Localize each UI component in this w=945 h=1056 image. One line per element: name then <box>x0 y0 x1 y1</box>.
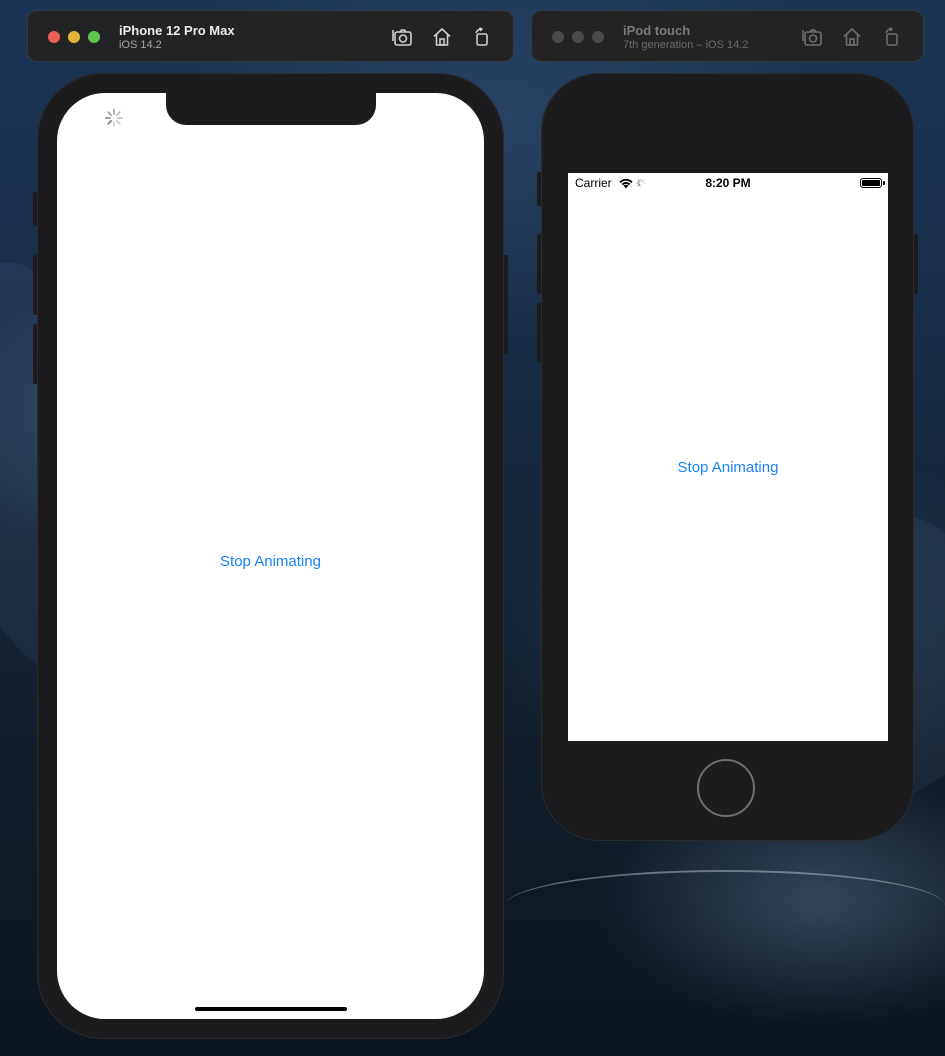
iphone-screen[interactable]: Stop Animating <box>57 93 484 1019</box>
traffic-lights <box>48 31 100 43</box>
home-icon[interactable] <box>840 25 864 49</box>
traffic-lights <box>552 31 604 43</box>
screenshot-icon[interactable] <box>800 25 824 49</box>
home-button[interactable] <box>697 759 755 817</box>
device-name: iPhone 12 Pro Max <box>119 23 235 38</box>
status-bar: Carrier 8:20 PM <box>568 173 888 193</box>
notch <box>166 93 376 125</box>
simulator-titlebar-ipod[interactable]: iPod touch 7th generation – iOS 14.2 <box>531 10 924 62</box>
background-road <box>505 870 945 942</box>
device-name: iPod touch <box>623 23 691 38</box>
device-os: iOS 14.2 <box>119 39 162 51</box>
device-os: 7th generation – iOS 14.2 <box>623 39 749 51</box>
activity-indicator-icon <box>104 108 124 128</box>
ipod-device-frame: Carrier 8:20 PM Stop Animating <box>541 73 914 841</box>
rotate-icon[interactable] <box>880 25 904 49</box>
iphone-device-frame: Stop Animating <box>37 73 504 1039</box>
home-icon[interactable] <box>430 25 454 49</box>
zoom-button[interactable] <box>88 31 100 43</box>
battery-icon <box>860 178 882 188</box>
screenshot-icon[interactable] <box>390 25 414 49</box>
minimize-button[interactable] <box>68 31 80 43</box>
stop-animating-button[interactable]: Stop Animating <box>57 553 484 570</box>
rotate-icon[interactable] <box>470 25 494 49</box>
zoom-button[interactable] <box>592 31 604 43</box>
stop-animating-button[interactable]: Stop Animating <box>568 459 888 476</box>
close-button[interactable] <box>552 31 564 43</box>
simulator-titlebar-iphone[interactable]: iPhone 12 Pro Max iOS 14.2 <box>27 10 514 62</box>
battery-tip <box>883 181 885 185</box>
home-indicator[interactable] <box>195 1007 347 1011</box>
ipod-screen[interactable]: Carrier 8:20 PM Stop Animating <box>568 173 888 741</box>
minimize-button[interactable] <box>572 31 584 43</box>
close-button[interactable] <box>48 31 60 43</box>
status-time: 8:20 PM <box>705 176 751 190</box>
